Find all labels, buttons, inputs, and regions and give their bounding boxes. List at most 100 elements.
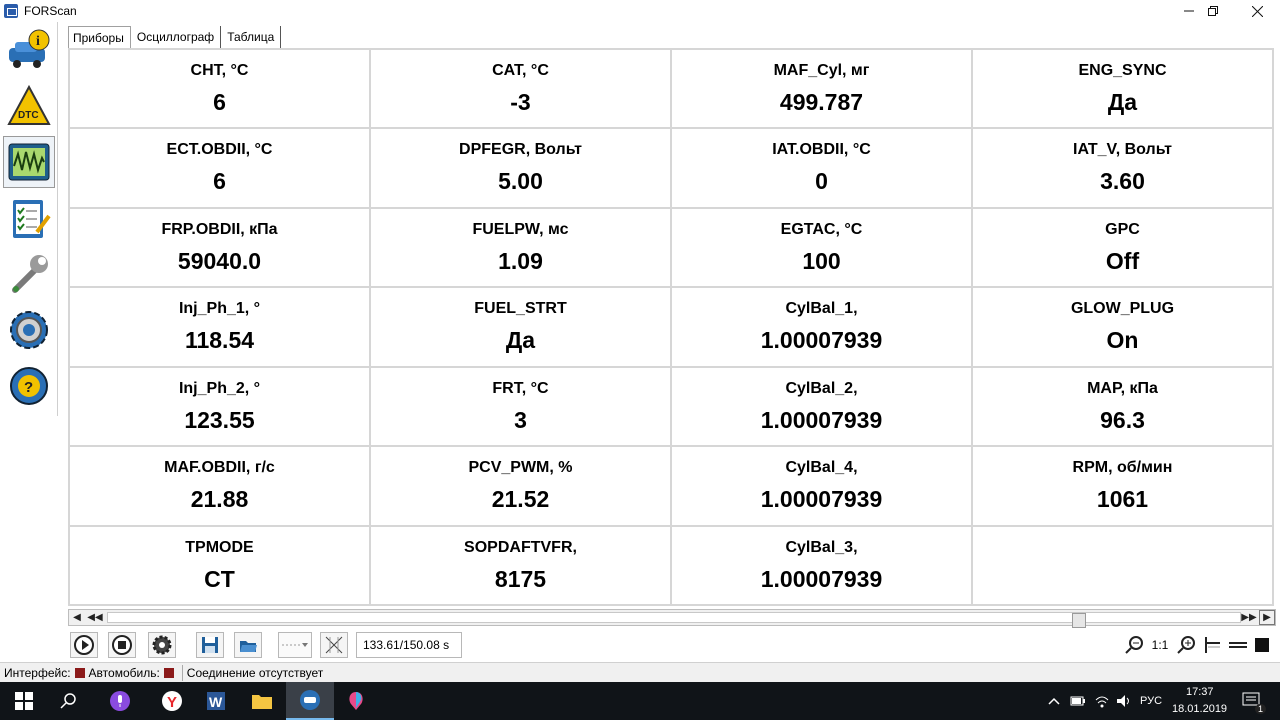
- zoom-in-button[interactable]: [1172, 632, 1200, 658]
- gauge-cell[interactable]: MAP, кПа 96.3: [973, 367, 1272, 446]
- save-icon: [202, 637, 218, 653]
- close-button[interactable]: [1234, 0, 1280, 22]
- scroll-start-icon[interactable]: ◀◀: [87, 610, 103, 625]
- gauge-name: MAF.OBDII, г/с: [164, 459, 275, 477]
- volume-icon[interactable]: [1116, 694, 1132, 708]
- gauge-value: 21.52: [491, 486, 550, 513]
- restore-button[interactable]: [1190, 0, 1236, 22]
- scroll-end-icon[interactable]: ▶▶: [1241, 610, 1257, 625]
- gauge-value: 100: [802, 247, 841, 274]
- file-explorer-button[interactable]: [238, 682, 286, 720]
- tab-oscilloscope[interactable]: Осциллограф: [133, 26, 222, 48]
- gauge-cell[interactable]: TPMODE CT: [70, 526, 369, 604]
- scroll-left-icon[interactable]: ◀: [69, 610, 85, 625]
- stop-button[interactable]: [108, 632, 136, 658]
- search-button[interactable]: [44, 682, 92, 720]
- gauge-cell[interactable]: FUEL_STRT Да: [371, 288, 670, 366]
- vehicle-status-indicator: [163, 667, 174, 678]
- gauge-cell[interactable]: MAF_Cyl, мг 499.787: [672, 50, 971, 128]
- checklist-icon: [13, 200, 51, 238]
- input-language[interactable]: РУС: [1140, 695, 1162, 707]
- play-button[interactable]: [70, 632, 98, 658]
- svg-text:i: i: [36, 34, 40, 49]
- assistant-button[interactable]: [96, 682, 144, 720]
- zoom-reset-button[interactable]: 1:1: [1146, 632, 1174, 658]
- clock-date[interactable]: 18.01.2019: [1172, 703, 1227, 715]
- tab-table[interactable]: Таблица: [223, 26, 282, 48]
- gauge-value: 1061: [1096, 486, 1149, 513]
- gauge-cell[interactable]: CylBal_1, 1.00007939: [672, 288, 971, 366]
- gauge-cell[interactable]: ECT.OBDII, °C 6: [70, 129, 369, 207]
- gauge-value: 3.60: [1100, 168, 1145, 195]
- scroll-thumb[interactable]: [1072, 613, 1086, 628]
- zoom-out-button[interactable]: [1120, 632, 1148, 658]
- gauge-cell[interactable]: CylBal_4, 1.00007939: [672, 447, 971, 525]
- gauge-cell[interactable]: GPC Off: [973, 208, 1272, 287]
- gauge-cell[interactable]: PCV_PWM, % 21.52: [371, 447, 670, 525]
- open-button[interactable]: [234, 632, 262, 658]
- vehicle-info-button[interactable]: i: [3, 24, 55, 76]
- gauge-cell[interactable]: ENG_SYNC Да: [973, 50, 1272, 128]
- paint-app-button[interactable]: [332, 682, 380, 720]
- gauge-cell[interactable]: FRT, °C 3: [371, 367, 670, 446]
- gauge-cell[interactable]: SOPDAFTVFR, 8175: [371, 526, 670, 604]
- gauge-cell[interactable]: GLOW_PLUG On: [973, 288, 1272, 366]
- settings-button[interactable]: [3, 304, 55, 356]
- gauges-grid: CHT, °C 6 CAT, °C -3 MAF_Cyl, мг 499.787 ENG_S…: [68, 48, 1274, 606]
- tab-gauges[interactable]: Приборы: [68, 26, 131, 48]
- gauge-cell[interactable]: FUELPW, мс 1.09: [371, 208, 670, 287]
- start-button[interactable]: [0, 682, 48, 720]
- gauge-value: -3: [510, 89, 531, 115]
- line-style-dropdown[interactable]: [278, 632, 312, 658]
- gauge-name: TPMODE: [185, 538, 254, 556]
- timeline-scrollbar[interactable]: ◀ ◀◀ ▶▶ ▶: [68, 609, 1276, 628]
- scroll-track[interactable]: [107, 612, 1241, 628]
- gauge-cell[interactable]: CAT, °C -3: [371, 50, 670, 128]
- yandex-browser-button[interactable]: Y: [148, 682, 196, 720]
- clock-time[interactable]: 17:37: [1186, 686, 1214, 698]
- title-bar: FORScan: [0, 0, 1280, 22]
- gauge-cell[interactable]: IAT_V, Вольт 3.60: [973, 129, 1272, 207]
- gauge-cell[interactable]: CHT, °C 6: [70, 50, 369, 128]
- gauge-cell[interactable]: Inj_Ph_1, ° 118.54: [70, 288, 369, 366]
- folder-icon: [252, 695, 272, 709]
- gauge-name: DPFEGR, Вольт: [459, 141, 582, 159]
- gauge-cell[interactable]: IAT.OBDII, °C 0: [672, 129, 971, 207]
- service-button[interactable]: [3, 248, 55, 300]
- gauge-name: FRT, °C: [492, 379, 549, 397]
- tests-button[interactable]: [3, 192, 55, 244]
- forscan-icon: [300, 690, 320, 710]
- oscilloscope-button[interactable]: [3, 136, 55, 188]
- gauge-value: 5.00: [498, 168, 543, 195]
- gauge-cell[interactable]: DPFEGR, Вольт 5.00: [371, 129, 670, 207]
- gauge-name: MAF_Cyl, мг: [773, 62, 870, 79]
- gauge-cell[interactable]: EGTAC, °C 100: [672, 208, 971, 287]
- gauge-cell[interactable]: CylBal_3, 1.00007939: [672, 526, 971, 604]
- gauge-cell[interactable]: [973, 526, 1272, 604]
- svg-text:Y: Y: [167, 694, 177, 711]
- notifications-button[interactable]: 1: [1230, 682, 1274, 720]
- dtc-button[interactable]: DTC: [3, 80, 55, 132]
- word-button[interactable]: W: [192, 682, 240, 720]
- gauge-cell[interactable]: CylBal_2, 1.00007939: [672, 367, 971, 446]
- cursor-bars-icon: [1205, 637, 1220, 653]
- forscan-taskbar-button[interactable]: [286, 682, 334, 720]
- save-button[interactable]: [196, 632, 224, 658]
- gauge-name: Inj_Ph_2, °: [178, 379, 261, 397]
- wifi-icon[interactable]: [1094, 694, 1110, 708]
- background-color-button[interactable]: [1248, 632, 1276, 658]
- black-square-icon: [1255, 638, 1269, 652]
- chevron-up-icon[interactable]: [1048, 696, 1060, 706]
- gauge-cell[interactable]: Inj_Ph_2, ° 123.55: [70, 367, 369, 446]
- help-button[interactable]: ?: [3, 360, 55, 412]
- config-button[interactable]: [148, 632, 176, 658]
- gauge-value: 6: [213, 168, 226, 195]
- scroll-right-icon[interactable]: ▶: [1259, 610, 1275, 625]
- gauge-cell[interactable]: RPM, об/мин 1061: [973, 447, 1272, 525]
- gauge-cell[interactable]: MAF.OBDII, г/с 21.88: [70, 447, 369, 525]
- battery-icon[interactable]: [1070, 695, 1086, 707]
- clear-button[interactable]: [320, 632, 348, 658]
- gauge-name: CylBal_4,: [785, 459, 858, 477]
- gauge-cell[interactable]: FRP.OBDII, кПа 59040.0: [70, 208, 369, 287]
- cursor-button[interactable]: [1198, 632, 1226, 658]
